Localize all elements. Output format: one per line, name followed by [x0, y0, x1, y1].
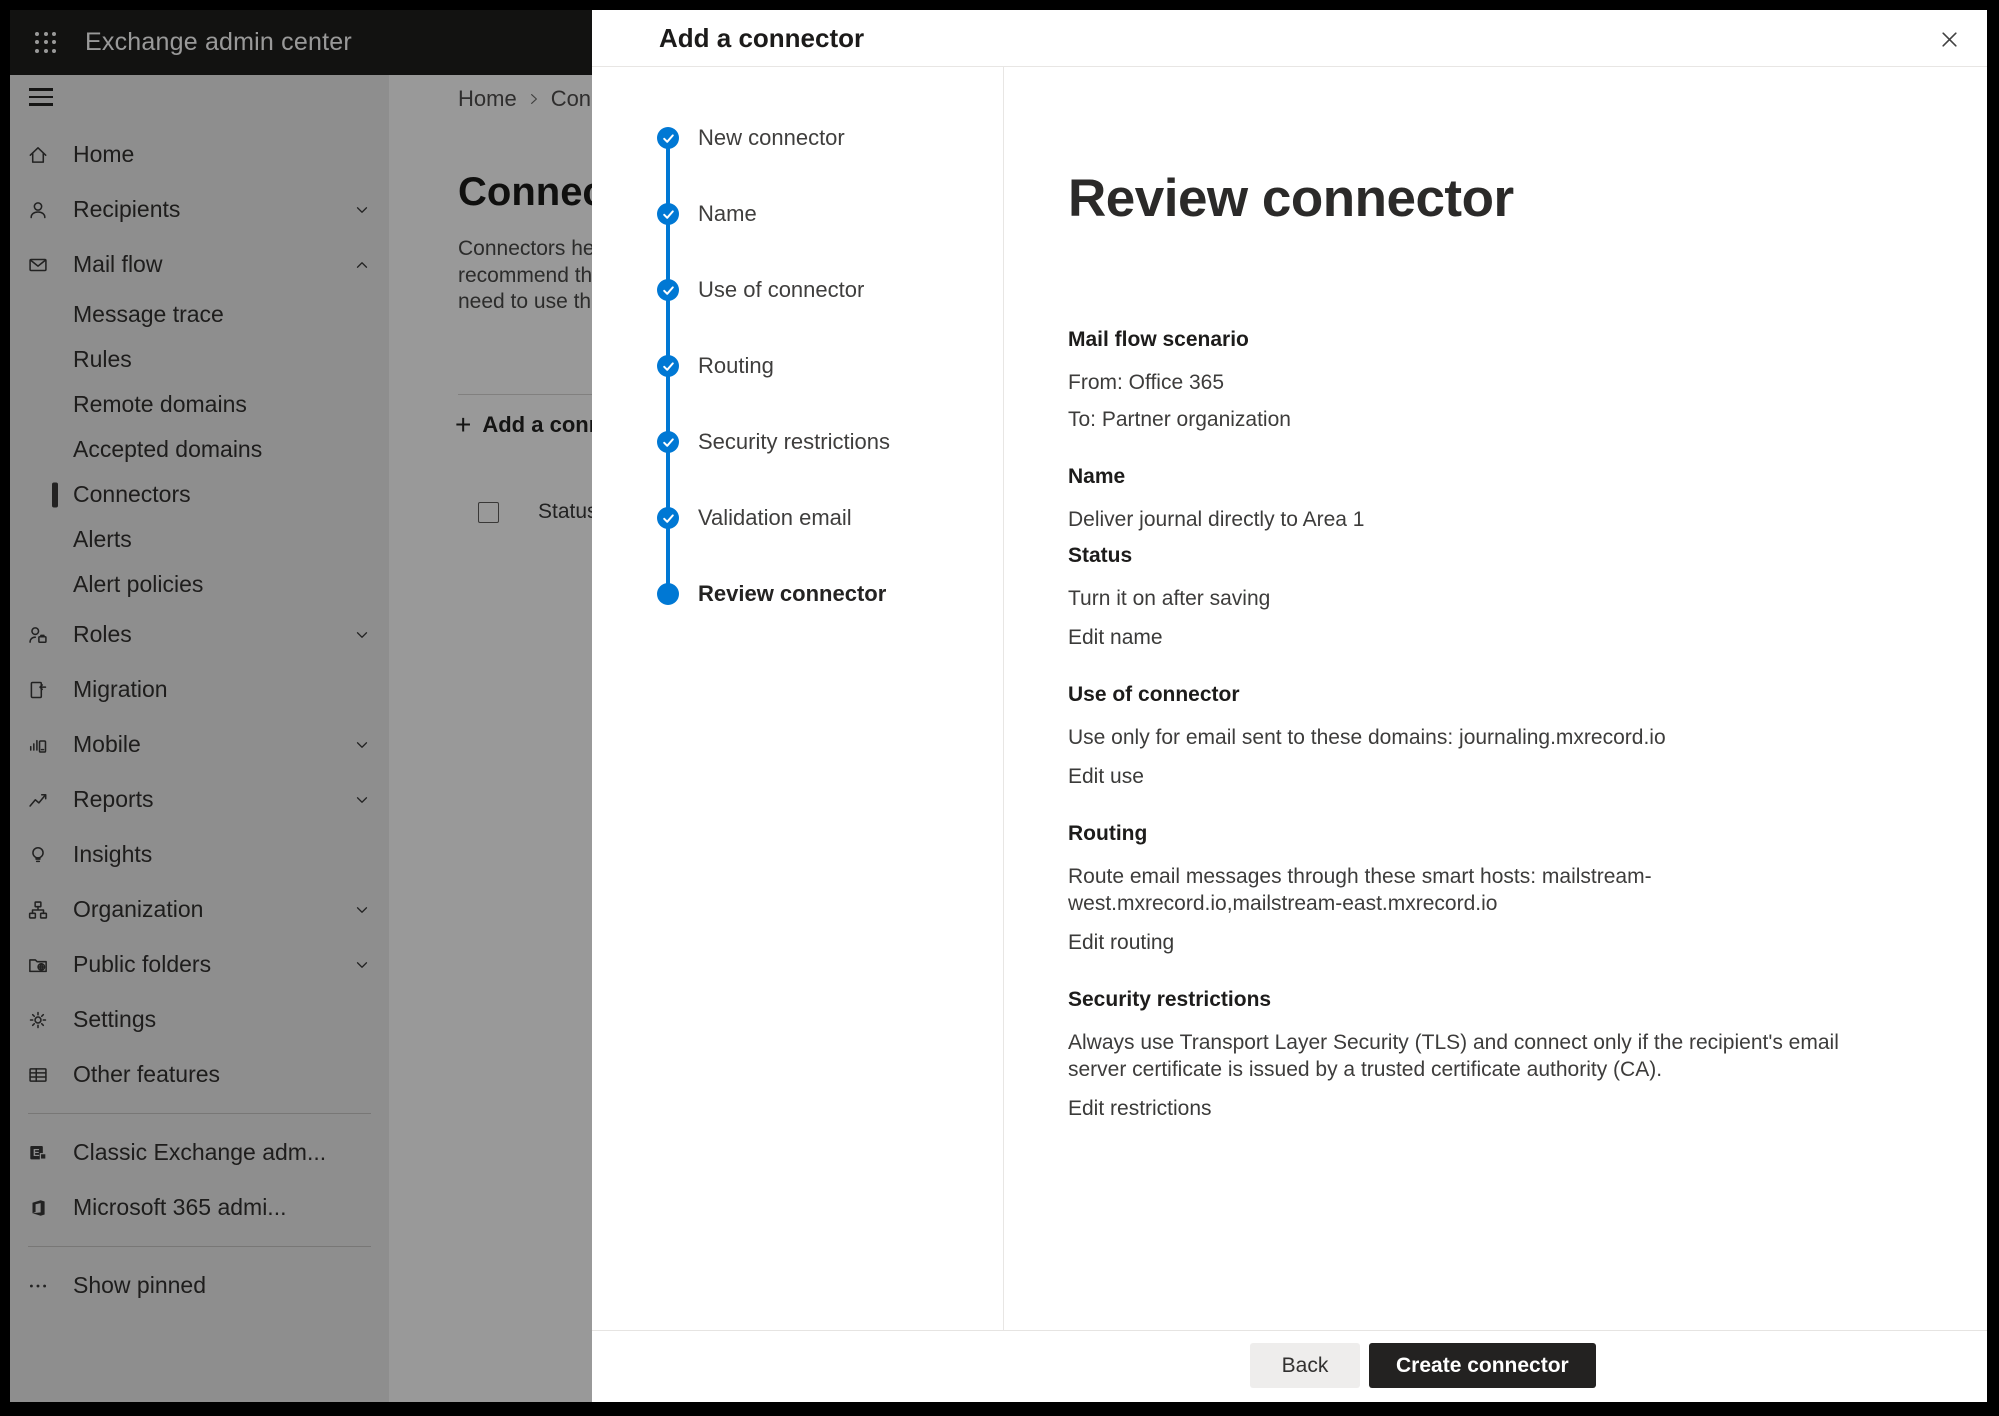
review-section-text: Route email messages through these smart… — [1068, 863, 1867, 917]
step-complete-icon — [657, 355, 679, 377]
wizard-step-name[interactable]: Name — [592, 203, 1003, 225]
edit-link-edit-restrictions[interactable]: Edit restrictions — [1068, 1095, 1212, 1122]
step-complete-icon — [657, 279, 679, 301]
edit-link-edit-use[interactable]: Edit use — [1068, 763, 1144, 790]
wizard-step-label: New connector — [698, 125, 845, 151]
review-section: Security restrictions Always use Transpor… — [1068, 987, 1867, 1122]
add-connector-dialog: Add a connector New connector Name Use of … — [592, 10, 1987, 1402]
dialog-header: Add a connector — [592, 10, 1987, 67]
review-section: Name Deliver journal directly to Area 1 St… — [1068, 464, 1867, 651]
review-section-text: Deliver journal directly to Area 1 — [1068, 506, 1867, 533]
step-complete-icon — [657, 203, 679, 225]
review-section-text: To: Partner organization — [1068, 406, 1867, 433]
review-section-text: From: Office 365 — [1068, 369, 1867, 396]
dialog-footer: Back Create connector — [592, 1330, 1987, 1402]
wizard-step-label: Use of connector — [698, 277, 864, 303]
step-complete-icon — [657, 431, 679, 453]
edit-link-edit-name[interactable]: Edit name — [1068, 624, 1163, 651]
review-section: Mail flow scenario From: Office 365 To: Pa… — [1068, 327, 1867, 433]
wizard-step-routing[interactable]: Routing — [592, 355, 1003, 377]
exchange-admin-center-window: Exchange admin center HomeRecipientsMail… — [10, 10, 1987, 1402]
review-edit-row: Edit restrictions — [1068, 1093, 1867, 1122]
edit-link-edit-routing[interactable]: Edit routing — [1068, 929, 1174, 956]
wizard-step-use-of-connector[interactable]: Use of connector — [592, 279, 1003, 301]
review-edit-row: Edit routing — [1068, 927, 1867, 956]
dialog-title: Add a connector — [659, 23, 864, 54]
review-section-header: Routing — [1068, 821, 1867, 847]
review-edit-row: Edit name — [1068, 622, 1867, 651]
review-section-text: Always use Transport Layer Security (TLS… — [1068, 1029, 1867, 1083]
review-section: Use of connector Use only for email sent … — [1068, 682, 1867, 790]
review-heading: Review connector — [1068, 171, 1867, 227]
wizard-step-new-connector[interactable]: New connector — [592, 127, 1003, 149]
review-sections: Mail flow scenario From: Office 365 To: Pa… — [1068, 327, 1867, 1122]
step-complete-icon — [657, 507, 679, 529]
step-current-dot — [657, 583, 679, 605]
wizard-stepper: New connector Name Use of connector Routing… — [592, 67, 1004, 1330]
wizard-step-label: Security restrictions — [698, 429, 890, 455]
screen-frame: Exchange admin center HomeRecipientsMail… — [0, 0, 1999, 1416]
wizard-step-label: Review connector — [698, 581, 886, 607]
review-section-header: Security restrictions — [1068, 987, 1867, 1013]
review-section: Routing Route email messages through thes… — [1068, 821, 1867, 956]
review-pane: Review connector Mail flow scenario From:… — [1004, 67, 1987, 1330]
wizard-step-validation-email[interactable]: Validation email — [592, 507, 1003, 529]
review-section-header: Mail flow scenario — [1068, 327, 1867, 353]
close-icon[interactable] — [1929, 19, 1969, 59]
review-edit-row: Edit use — [1068, 761, 1867, 790]
review-section-header: Status — [1068, 543, 1867, 569]
wizard-step-review-connector[interactable]: Review connector — [592, 583, 1003, 605]
step-complete-icon — [657, 127, 679, 149]
back-button[interactable]: Back — [1250, 1343, 1360, 1388]
create-connector-button[interactable]: Create connector — [1369, 1343, 1596, 1388]
review-section-text: Turn it on after saving — [1068, 585, 1867, 612]
wizard-step-label: Validation email — [698, 505, 852, 531]
review-section-header: Use of connector — [1068, 682, 1867, 708]
wizard-step-label: Routing — [698, 353, 774, 379]
wizard-step-label: Name — [698, 201, 757, 227]
wizard-step-security-restrictions[interactable]: Security restrictions — [592, 431, 1003, 453]
review-section-header: Name — [1068, 464, 1867, 490]
review-section-text: Use only for email sent to these domains… — [1068, 724, 1867, 751]
dialog-body: New connector Name Use of connector Routing… — [592, 67, 1987, 1330]
